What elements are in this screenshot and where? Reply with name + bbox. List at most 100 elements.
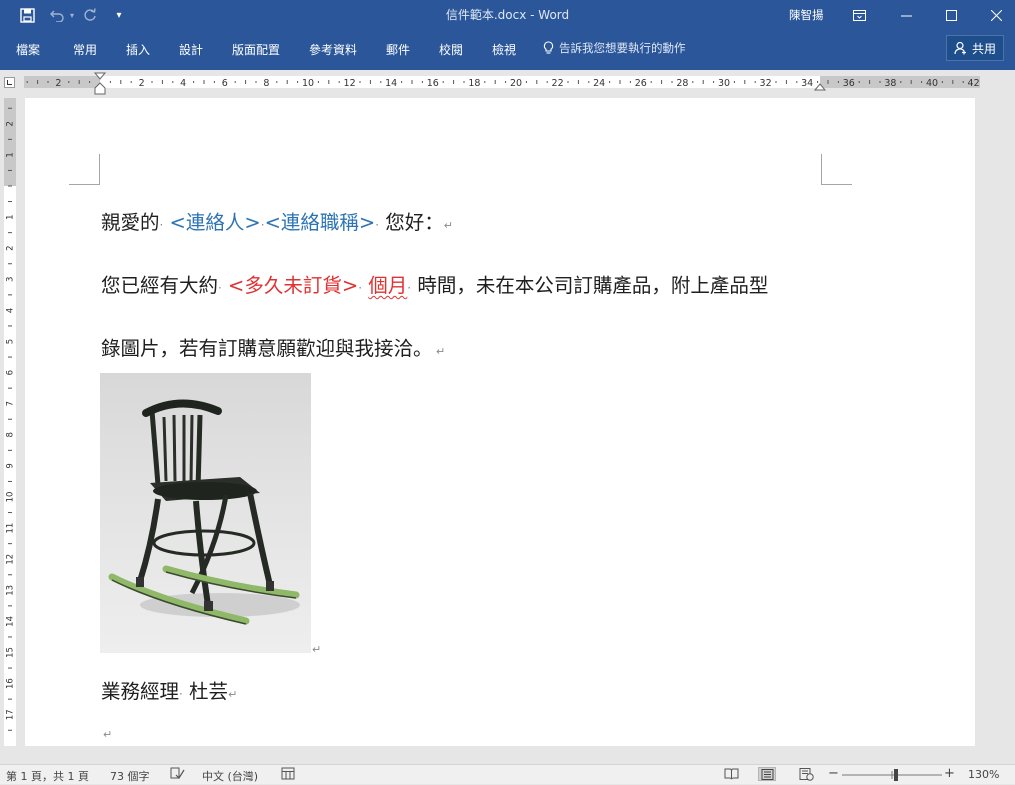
ruler-left-margin	[24, 76, 100, 88]
vertical-ruler[interactable]: 211234567891011121314151617	[2, 98, 18, 746]
ruler-label: 9	[6, 463, 16, 468]
tab-file[interactable]: 檔案	[16, 41, 40, 58]
ruler-label: 28	[676, 78, 688, 89]
horizontal-ruler[interactable]: 2 2 4 6 8 10 12 14 16 18 20 22 24 26 28 30 32 34 36 38 40 42	[0, 70, 1015, 98]
merge-field-contact[interactable]: <連絡人>	[170, 211, 261, 234]
language[interactable]: 中文 (台灣)	[202, 768, 258, 784]
signature-name: 杜芸	[189, 680, 229, 703]
ruler-label: 5	[6, 339, 16, 344]
ruler-top-margin	[4, 98, 16, 186]
web-layout-icon[interactable]	[797, 767, 815, 781]
ruler-label: 1	[6, 214, 16, 219]
proofing-icon[interactable]	[170, 767, 185, 783]
merge-field-months[interactable]: <多久未訂貨>	[228, 274, 358, 297]
document-page[interactable]: 親愛的· <連絡人>·<連絡職稱>· 您好：↵ 您已經有大約· <多久未訂貨>·…	[25, 98, 975, 746]
body-prefix: 您已經有大約	[101, 274, 219, 297]
ruler-label: 3	[6, 277, 16, 282]
ruler-label: 12	[6, 554, 16, 565]
zoom-level[interactable]: 130%	[968, 768, 999, 781]
body-line-2[interactable]: 錄圖片，若有訂購意願歡迎與我接洽。 ↵	[101, 332, 445, 361]
body-rest: 時間，未在本公司訂購產品，附上產品型	[417, 274, 769, 297]
body-line-2-text: 錄圖片，若有訂購意願歡迎與我接洽。	[101, 337, 433, 360]
space-mark: ·	[375, 218, 380, 232]
ruler-label: 15	[6, 647, 16, 658]
tab-design[interactable]: 設計	[179, 41, 203, 58]
ruler-label: 2	[6, 121, 16, 126]
ribbon-tabs: 檔案 常用 插入 設計 版面配置 參考資料 郵件 校閱 檢視 告訴我您想要執行的…	[0, 30, 1015, 70]
ruler-label: 12	[344, 78, 356, 89]
tab-mailings[interactable]: 郵件	[386, 41, 410, 58]
ruler-label: 18	[468, 78, 480, 89]
signature-title: 業務經理	[101, 680, 180, 703]
ruler-label: 38	[884, 78, 896, 89]
ruler-label: 16	[6, 678, 16, 689]
ruler-label: 4	[6, 308, 16, 313]
greeting-line[interactable]: 親愛的· <連絡人>·<連絡職稱>· 您好：↵	[101, 206, 453, 235]
margin-crop-mark-right	[821, 154, 852, 185]
ruler-label: 6	[6, 370, 16, 375]
ruler-text-area	[100, 76, 820, 88]
zoom-in-button[interactable]: +	[944, 766, 955, 781]
zoom-out-button[interactable]: −	[828, 766, 839, 781]
rocking-chair-image[interactable]	[100, 373, 311, 653]
ruler-label: 7	[6, 401, 16, 406]
ruler-label: 8	[263, 78, 269, 89]
merge-field-title[interactable]: <連絡職稱>	[265, 211, 376, 234]
paragraph-mark-icon: ↵	[443, 219, 454, 232]
ruler-label: 14	[6, 616, 16, 627]
ruler-label: 32	[760, 78, 772, 89]
rocking-chair-illustration	[108, 399, 300, 625]
ruler-label: 26	[635, 78, 647, 89]
macro-record-icon[interactable]	[281, 767, 295, 783]
print-layout-icon[interactable]	[758, 767, 776, 781]
ruler-label: 20	[510, 78, 522, 89]
close-icon[interactable]	[986, 5, 1006, 25]
tab-layout[interactable]: 版面配置	[232, 41, 280, 58]
space-mark: ·	[159, 218, 164, 232]
minimize-icon[interactable]	[896, 5, 916, 25]
ruler-label: 42	[968, 78, 980, 89]
horizontal-ruler-area: 2 2 4 6 8 10 12 14 16 18 20 22 24 26 28 30 32 34 36 38 40 42	[0, 70, 1015, 98]
ruler-label: 10	[302, 78, 314, 89]
ruler-label: 34	[801, 78, 813, 89]
body-line-1[interactable]: 您已經有大約· <多久未訂貨>· 個月· 時間，未在本公司訂購產品，附上產品型	[101, 269, 768, 298]
paragraph-mark-icon: ↵	[228, 688, 238, 701]
ruler-label: 30	[718, 78, 730, 89]
zoom-slider[interactable]	[840, 765, 944, 785]
share-button[interactable]: 共用	[946, 35, 1004, 61]
page-count[interactable]: 第 1 頁，共 1 頁	[6, 768, 89, 784]
read-mode-icon[interactable]	[722, 767, 740, 781]
body-unit: 個月	[368, 274, 408, 297]
space-mark: ·	[179, 687, 183, 701]
ruler-label: 11	[6, 523, 16, 534]
maximize-icon[interactable]	[941, 5, 961, 25]
zoom-slider-thumb[interactable]	[894, 769, 898, 781]
ruler-label: 6	[222, 78, 228, 89]
signature-line[interactable]: 業務經理· 杜芸↵	[101, 675, 237, 704]
tab-references[interactable]: 參考資料	[309, 41, 357, 58]
ruler-label: 2	[55, 78, 61, 89]
ruler-label: 40	[926, 78, 938, 89]
ruler-label: 10	[6, 492, 16, 503]
ruler-label: 36	[843, 78, 855, 89]
lightbulb-icon	[543, 41, 554, 55]
ruler-label: 14	[385, 78, 397, 89]
title-bar: ▾ ▾ 信件範本.docx - Word 陳智揚	[0, 0, 1015, 30]
word-count[interactable]: 73 個字	[110, 768, 150, 784]
user-name[interactable]: 陳智揚	[789, 7, 824, 23]
ruler-label: 16	[427, 78, 439, 89]
tab-review[interactable]: 校閱	[439, 41, 463, 58]
ribbon-display-options-icon[interactable]	[849, 5, 869, 25]
ruler-label: 22	[552, 78, 564, 89]
tab-insert[interactable]: 插入	[126, 41, 150, 58]
paragraph-mark-icon: ↵	[312, 643, 322, 656]
tell-me-box[interactable]: 告訴我您想要執行的動作	[543, 40, 686, 56]
greeting-prefix: 親愛的	[101, 211, 160, 234]
ruler-label: 4	[180, 78, 186, 89]
ruler-label: 2	[139, 78, 145, 89]
tab-view[interactable]: 檢視	[492, 41, 516, 58]
tab-home[interactable]: 常用	[73, 41, 97, 58]
margin-crop-mark-left	[69, 154, 100, 185]
status-bar: 第 1 頁，共 1 頁 73 個字 中文 (台灣) − + 130%	[0, 764, 1015, 784]
greeting-suffix: 您好：	[385, 211, 444, 234]
